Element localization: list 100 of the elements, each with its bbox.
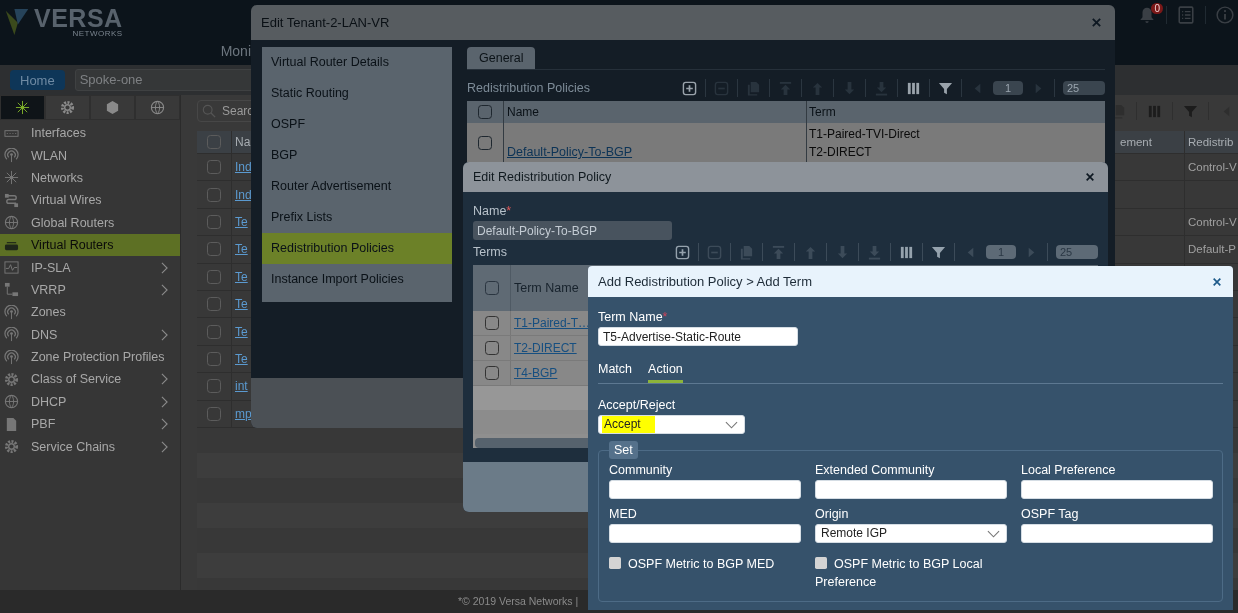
row-link[interactable]: Te <box>235 351 248 366</box>
sidebar-tab[interactable] <box>90 95 135 120</box>
row-link[interactable]: Te <box>235 242 248 257</box>
nav-item[interactable]: Prefix Lists <box>262 202 452 233</box>
sidebar-item[interactable]: IP-SLA <box>0 256 180 279</box>
sidebar-item[interactable]: Networks <box>0 166 180 190</box>
sidebar-item[interactable]: VRRP <box>0 278 180 302</box>
dropdown[interactable]: Remote IGP <box>815 524 1007 543</box>
field-label: OSPF Tag <box>1021 507 1080 522</box>
add-icon[interactable] <box>682 80 697 96</box>
term-name-field[interactable]: T5-Advertise-Static-Route <box>598 327 798 346</box>
input-field[interactable] <box>815 480 1007 499</box>
nav-item[interactable]: Static Routing <box>262 78 452 109</box>
nav-tab[interactable]: Moni <box>220 43 251 59</box>
close-icon[interactable] <box>1091 17 1102 28</box>
cube-icon <box>105 100 120 115</box>
sidebar-item[interactable]: Global Routers <box>0 211 180 234</box>
close-icon[interactable] <box>1085 172 1095 182</box>
field-label: MED <box>609 507 638 522</box>
nav-item[interactable]: Redistribution Policies <box>262 233 452 264</box>
page-size-field[interactable]: 25 <box>1063 81 1105 95</box>
tab[interactable]: General <box>467 47 536 69</box>
column-header: Term <box>808 105 837 119</box>
field-label: Extended Community <box>815 463 936 478</box>
sidebar-item[interactable]: Zone Protection Profiles <box>0 345 180 369</box>
row-link[interactable]: int <box>235 379 248 394</box>
row-link[interactable]: Te <box>235 324 248 339</box>
gear-icon <box>4 439 19 455</box>
nav-item[interactable]: Router Advertisement <box>262 171 452 202</box>
checkbox-label[interactable]: OSPF Metric to BGP Local Preference <box>815 555 1007 591</box>
row-link[interactable]: Ind <box>235 160 252 175</box>
filter-icon[interactable] <box>938 80 953 96</box>
input-field[interactable] <box>1021 524 1213 543</box>
column-header: Redistrib <box>1187 136 1235 148</box>
input-field[interactable] <box>609 480 801 499</box>
hierarchy-icon <box>4 282 19 298</box>
row-link[interactable]: Te <box>235 269 248 284</box>
columns-icon[interactable] <box>899 244 914 260</box>
sidebar-tab[interactable] <box>135 95 180 120</box>
checkbox-label[interactable]: OSPF Metric to BGP MED <box>609 555 801 591</box>
logo-subtext: NETWORKS <box>72 30 123 38</box>
tab[interactable]: Match <box>598 362 633 383</box>
chevron-down-icon <box>987 529 1000 538</box>
term-link[interactable]: T2-DIRECT <box>514 341 577 355</box>
sidebar-item[interactable]: Zones <box>0 301 180 324</box>
dialog-title: Edit Tenant-2-LAN-VR <box>261 15 390 30</box>
sidebar-item[interactable]: Class of Service <box>0 368 180 391</box>
nav-item[interactable]: OSPF <box>262 109 452 140</box>
sidebar-item[interactable]: Virtual Wires <box>0 189 180 212</box>
logo-text: VERSA <box>34 6 123 30</box>
row-link[interactable]: Ind <box>235 187 252 202</box>
column-header: Na <box>235 135 251 149</box>
add-icon[interactable] <box>675 244 690 260</box>
required-mark: * <box>506 204 512 219</box>
filter-icon[interactable] <box>931 244 946 260</box>
sidebar-tab[interactable] <box>45 95 90 120</box>
notification-badge: 0 <box>1151 3 1163 14</box>
table-cell: Control-V <box>1188 215 1237 228</box>
globe-icon <box>150 100 165 115</box>
gear-icon <box>60 100 75 115</box>
checklist-icon[interactable] <box>1177 6 1195 24</box>
nav-item[interactable]: BGP <box>262 140 452 171</box>
sidebar-item[interactable]: Virtual Routers <box>0 233 180 257</box>
sidebar-item[interactable]: DNS <box>0 323 180 346</box>
globe-icon <box>4 394 19 410</box>
input-field[interactable] <box>1021 480 1213 499</box>
nav-item[interactable]: Virtual Router Details <box>262 47 452 78</box>
group-title: Set <box>609 441 638 459</box>
row-link[interactable]: Te <box>235 297 248 312</box>
page-field[interactable]: 1 <box>993 81 1023 95</box>
dialog-title: Edit Redistribution Policy <box>473 170 612 184</box>
row-link[interactable]: Te <box>235 214 248 229</box>
sidebar-item[interactable]: PBF <box>0 413 180 436</box>
input-field[interactable] <box>609 524 801 543</box>
close-icon[interactable] <box>1212 276 1222 287</box>
copyright-text: *© 2019 Versa Networks | <box>458 595 579 607</box>
sidebar-item[interactable]: WLAN <box>0 144 180 167</box>
info-icon[interactable] <box>1216 6 1234 24</box>
columns-icon[interactable] <box>906 80 921 96</box>
policy-link[interactable]: Default-Policy-To-BGP <box>507 145 633 159</box>
bell-icon[interactable] <box>1138 6 1156 24</box>
home-button[interactable]: Home <box>10 70 65 90</box>
name-field[interactable]: Default-Policy-To-BGP <box>473 221 672 240</box>
term-link[interactable]: T4-BGP <box>514 366 558 380</box>
sidebar-item[interactable]: DHCP <box>0 390 180 414</box>
tab[interactable]: Action <box>648 362 683 383</box>
accept-reject-dropdown[interactable]: Accept <box>598 415 745 434</box>
term-link[interactable]: T1-Paired-T… <box>514 316 590 330</box>
network-icon <box>15 100 30 115</box>
gear-icon <box>4 372 19 387</box>
row-link[interactable]: mp <box>235 406 252 421</box>
sidebar-tab[interactable] <box>0 95 45 120</box>
sidebar-item[interactable]: Interfaces <box>0 122 180 145</box>
section-title: Terms <box>473 244 508 260</box>
nav-item[interactable]: Instance Import Policies <box>262 264 452 295</box>
wireless-icon <box>4 148 19 164</box>
table-cell: Default-P <box>1188 243 1236 256</box>
term-text: T1-Paired-TVI-Direct <box>809 126 921 143</box>
sidebar-item[interactable]: Service Chains <box>0 435 180 458</box>
document-icon <box>4 416 19 432</box>
